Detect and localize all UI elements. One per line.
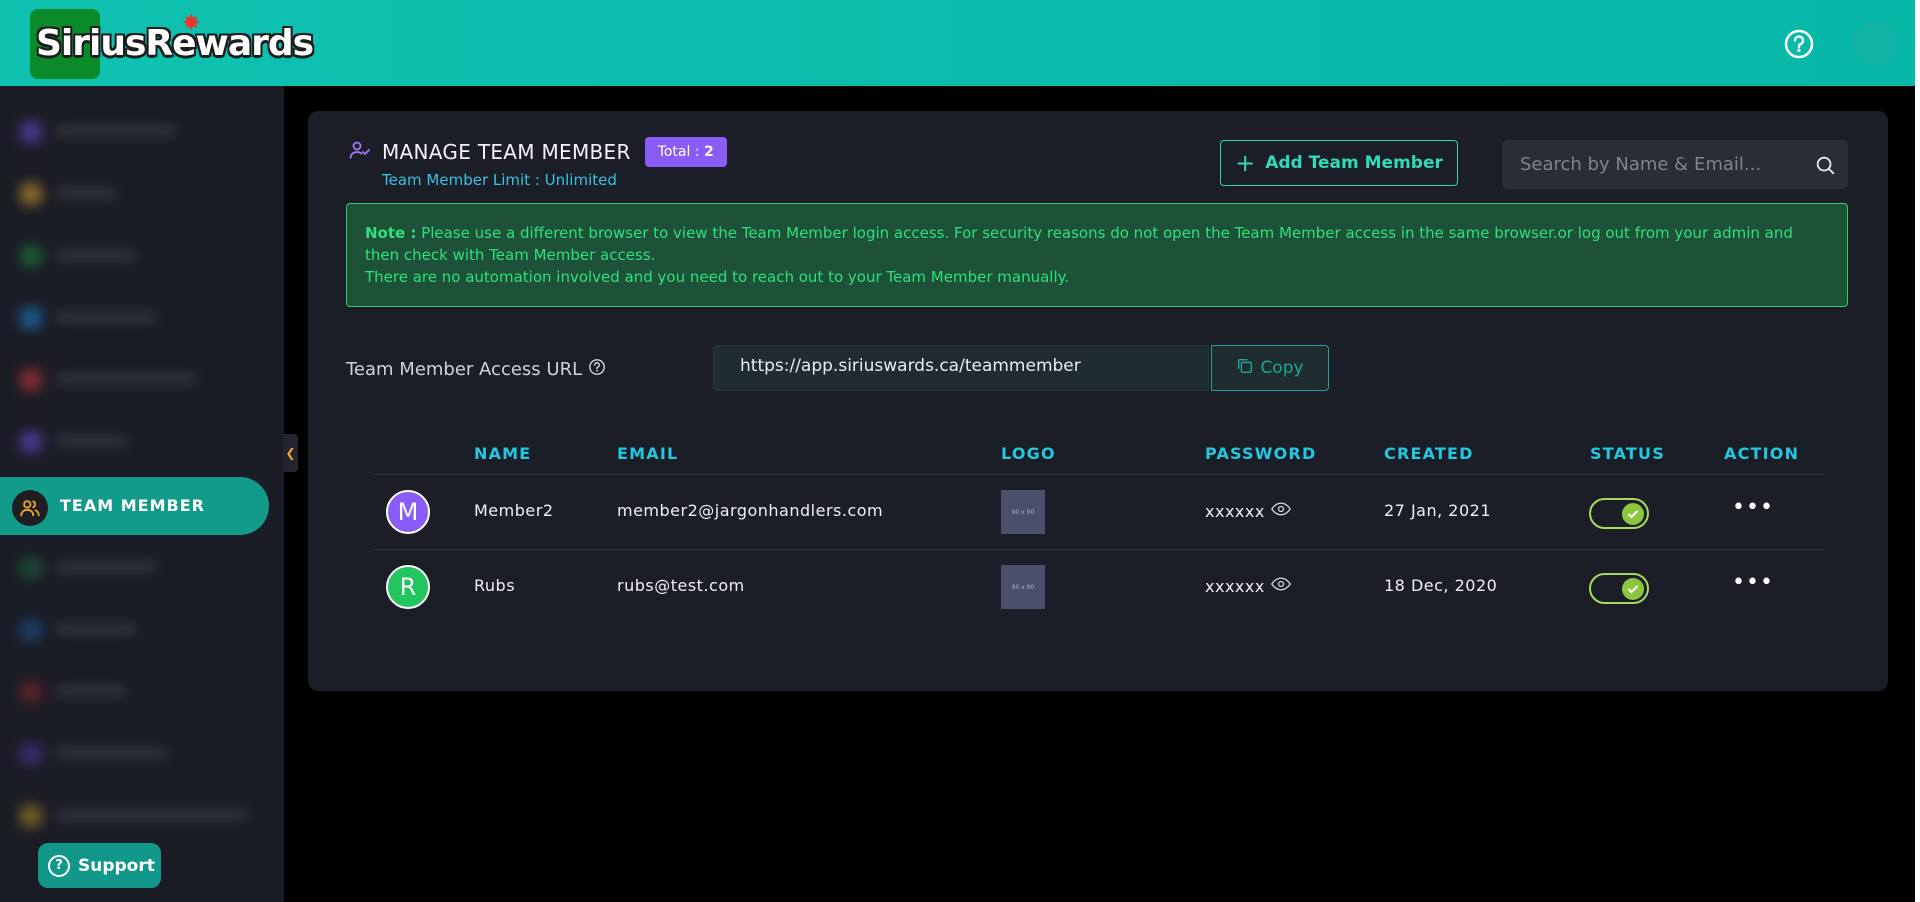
avatar: M bbox=[386, 490, 430, 534]
status-toggle[interactable] bbox=[1589, 498, 1649, 529]
search-input[interactable] bbox=[1502, 140, 1802, 189]
copy-button[interactable]: Copy bbox=[1211, 345, 1329, 391]
member-logo: 90 x 90 bbox=[1001, 565, 1045, 609]
plus-icon: + bbox=[1235, 149, 1256, 177]
support-label: Support bbox=[78, 855, 155, 876]
user-avatar[interactable] bbox=[1852, 20, 1898, 66]
access-url-row: Team Member Access URL https://app.siriu… bbox=[346, 345, 1346, 393]
member-name: Rubs bbox=[474, 576, 516, 595]
table-row: R Rubs rubs@test.com 90 x 90 xxxxxx 18 D… bbox=[372, 550, 1824, 625]
member-created: 27 Jan, 2021 bbox=[1384, 501, 1491, 520]
member-logo: 90 x 90 bbox=[1001, 490, 1045, 534]
sidebar-item-team-member[interactable]: TEAM MEMBER bbox=[0, 477, 269, 535]
chevron-left-icon: ❮ bbox=[285, 446, 296, 460]
check-icon bbox=[1622, 503, 1644, 525]
help-icon[interactable] bbox=[1784, 29, 1814, 59]
member-name: Member2 bbox=[474, 501, 554, 520]
copy-icon bbox=[1236, 357, 1254, 380]
note-line-1: Please use a different browser to view t… bbox=[365, 224, 1793, 264]
check-icon bbox=[1622, 578, 1644, 600]
note-alert: Note : Please use a different browser to… bbox=[346, 203, 1848, 307]
table-row: M Member2 member2@jargonhandlers.com 90 … bbox=[372, 475, 1824, 550]
search-icon[interactable] bbox=[1814, 154, 1836, 176]
logo-text: SiriusRewards bbox=[36, 23, 314, 64]
more-actions-icon[interactable]: ••• bbox=[1732, 570, 1774, 595]
page-title: MANAGE TEAM MEMBER bbox=[382, 140, 631, 164]
member-email: member2@jargonhandlers.com bbox=[617, 501, 884, 520]
page-scrollbar[interactable] bbox=[1915, 0, 1920, 902]
col-header-status[interactable]: STATUS bbox=[1590, 444, 1665, 463]
access-url-label: Team Member Access URL bbox=[346, 358, 606, 381]
status-toggle[interactable] bbox=[1589, 573, 1649, 604]
support-button[interactable]: ? Support bbox=[38, 843, 161, 888]
table-header: NAME EMAIL LOGO PASSWORD CREATED STATUS … bbox=[372, 429, 1824, 475]
user-check-icon bbox=[348, 138, 372, 166]
question-icon: ? bbox=[48, 854, 70, 877]
member-created: 18 Dec, 2020 bbox=[1384, 576, 1498, 595]
app-logo[interactable]: SiriusRewards ✸ bbox=[30, 9, 314, 79]
team-member-limit: Team Member Limit : Unlimited bbox=[382, 171, 617, 189]
member-password: xxxxxx bbox=[1205, 501, 1291, 521]
col-header-created[interactable]: CREATED bbox=[1384, 444, 1474, 463]
logo-star-icon: ✸ bbox=[182, 11, 201, 36]
access-url-field[interactable]: https://app.siriuswards.ca/teammember bbox=[713, 345, 1209, 391]
more-actions-icon[interactable]: ••• bbox=[1732, 495, 1774, 520]
team-member-table: NAME EMAIL LOGO PASSWORD CREATED STATUS … bbox=[372, 429, 1824, 625]
sidebar-item-label: TEAM MEMBER bbox=[60, 496, 205, 515]
eye-icon[interactable] bbox=[1270, 576, 1291, 596]
help-circle-icon[interactable] bbox=[588, 358, 606, 381]
card-header: MANAGE TEAM MEMBER Total : 2 Team Member… bbox=[348, 137, 727, 189]
col-header-password[interactable]: PASSWORD bbox=[1205, 444, 1316, 463]
col-header-name[interactable]: NAME bbox=[474, 444, 531, 463]
manage-team-card: MANAGE TEAM MEMBER Total : 2 Team Member… bbox=[308, 111, 1888, 691]
col-header-email[interactable]: EMAIL bbox=[617, 444, 678, 463]
avatar: R bbox=[386, 565, 430, 609]
top-header: SiriusRewards ✸ bbox=[0, 0, 1915, 86]
member-password: xxxxxx bbox=[1205, 576, 1291, 596]
col-header-action: ACTION bbox=[1724, 444, 1800, 463]
col-header-logo[interactable]: LOGO bbox=[1001, 444, 1056, 463]
note-line-2: There are no automation involved and you… bbox=[365, 268, 1070, 286]
users-icon bbox=[12, 490, 48, 526]
eye-icon[interactable] bbox=[1270, 501, 1291, 521]
member-email: rubs@test.com bbox=[617, 576, 745, 595]
search-box bbox=[1502, 140, 1848, 189]
sidebar: TEAM MEMBER bbox=[0, 86, 284, 902]
add-team-member-button[interactable]: + Add Team Member bbox=[1220, 140, 1458, 186]
note-label: Note : bbox=[365, 224, 417, 242]
total-badge: Total : 2 bbox=[644, 137, 727, 167]
sidebar-collapse-toggle[interactable]: ❮ bbox=[283, 434, 298, 472]
